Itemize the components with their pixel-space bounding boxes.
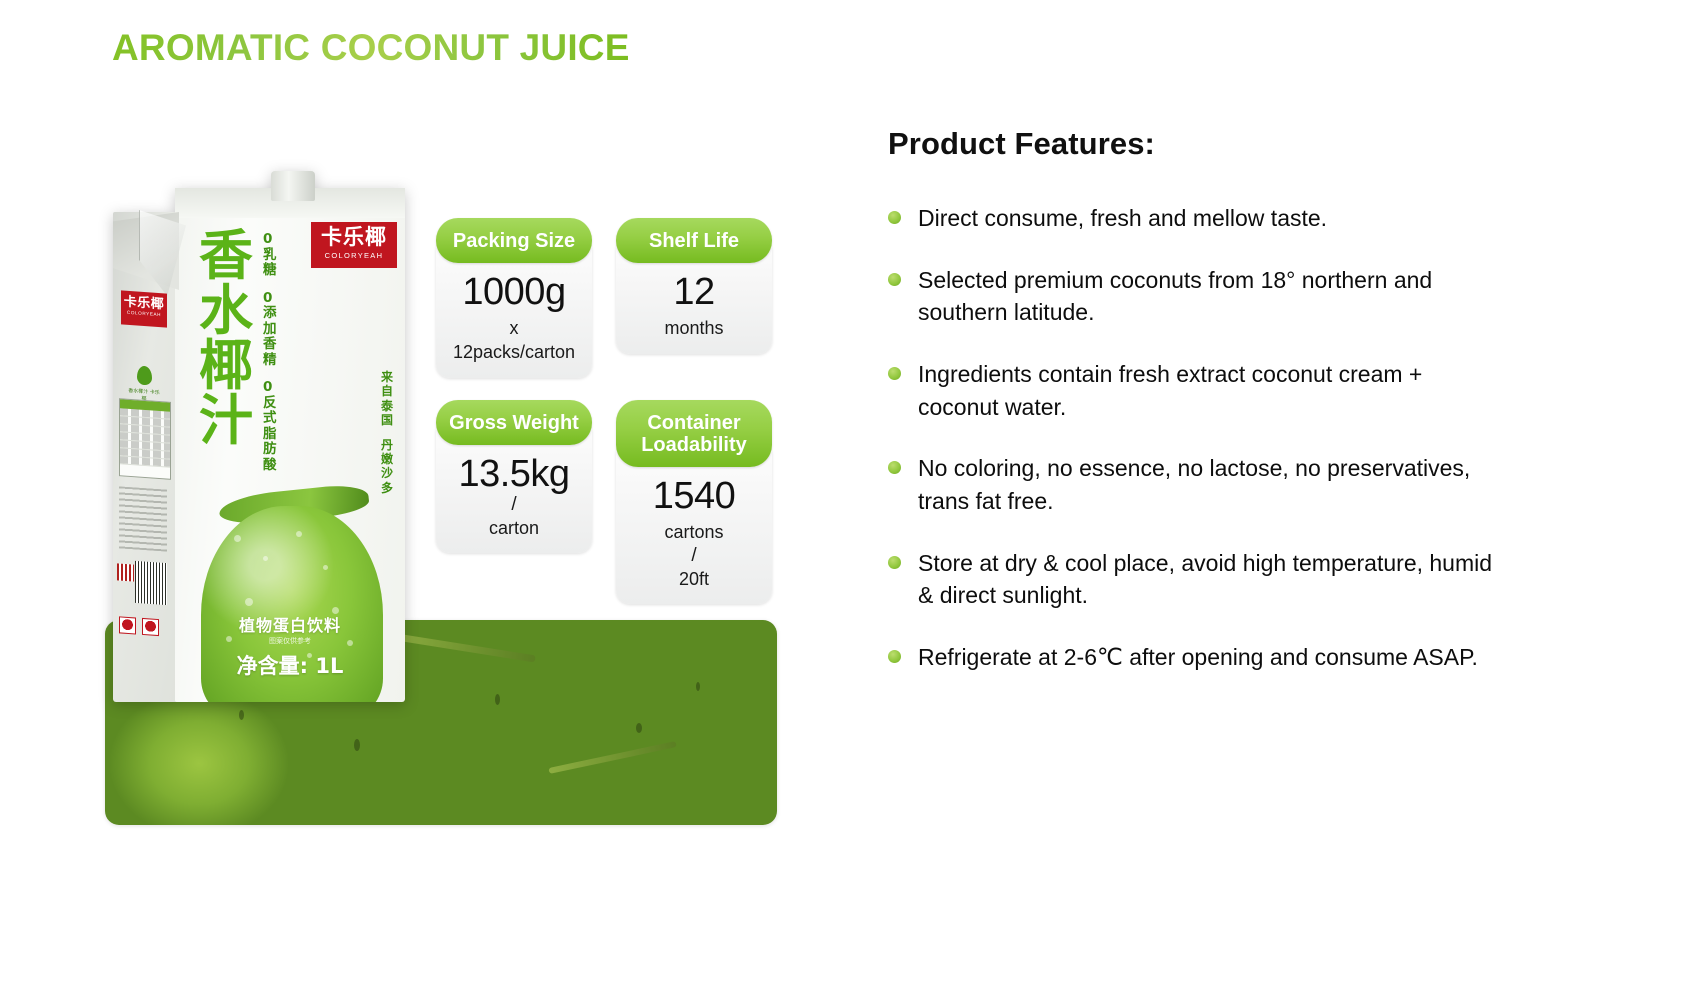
feature-text: Selected premium coconuts from 18° north… <box>918 266 1433 326</box>
package-drink-type: 植物蛋白饮料 <box>238 616 341 635</box>
zero-claim-0: 0乳糖 <box>263 231 277 279</box>
spec-separator: / <box>511 493 517 515</box>
package-net-volume: 净含量: 1L <box>236 654 344 678</box>
spec-value: 13.5kg <box>458 452 570 495</box>
spec-card-label: Container Loadability <box>616 399 772 468</box>
bullet-dot-icon <box>888 366 901 380</box>
spec-card-body: 13.5kg / carton <box>436 428 592 554</box>
spec-card-body: 1540 cartons / 20ft <box>616 451 772 605</box>
page-title: AROMATIC COCONUT JUICE <box>112 27 630 68</box>
spec-card-grid: Packing Size 1000g x 12packs/carton Shel… <box>436 218 776 605</box>
carton-cap <box>271 171 315 201</box>
spec-card-label: Gross Weight <box>436 399 592 445</box>
product-features-title: Product Features: <box>888 126 1155 161</box>
bullet-dot-icon <box>888 211 901 224</box>
brand-name-cn: 卡乐椰 <box>321 226 387 249</box>
package-product-name: 香水椰汁 <box>199 224 253 453</box>
feature-text: Direct consume, fresh and mellow taste. <box>918 205 1328 231</box>
package-image-note: 图案仅供参考 <box>269 637 311 645</box>
brand-name-en: COLORYEAH <box>324 251 384 260</box>
spec-card-label: Shelf Life <box>616 218 772 264</box>
feature-text: No coloring, no essence, no lactose, no … <box>918 455 1471 514</box>
spec-sub: 20ft <box>678 568 710 589</box>
barcode-icon <box>135 560 167 606</box>
spec-card-shelf-life: Shelf Life 12 months <box>616 218 772 378</box>
qrcode-icon <box>117 563 134 582</box>
feature-item: Direct consume, fresh and mellow taste. <box>888 202 1508 235</box>
spec-unit: months <box>664 318 724 339</box>
spec-card-gross-weight: Gross Weight 13.5kg / carton <box>436 399 592 605</box>
spec-sub: 12packs/carton <box>452 341 576 362</box>
nutrition-table <box>119 398 171 480</box>
spec-card-packing-size: Packing Size 1000g x 12packs/carton <box>436 218 592 378</box>
feature-text: Ingredients contain fresh extract coconu… <box>918 360 1423 420</box>
bullet-dot-icon <box>888 272 901 286</box>
spec-value: 12 <box>673 271 715 314</box>
product-features-section: Product Features: Direct consume, fresh … <box>888 126 1508 703</box>
recycle-icon <box>119 616 167 653</box>
origin-claim-0: 来自泰国 <box>380 370 393 428</box>
brand-logo-side: 卡乐椰 COLORYEAH <box>121 290 167 328</box>
package-zero-claims: 0乳糖 0添加香精 0反式脂肪酸 <box>263 231 283 485</box>
bullet-dot-icon <box>888 555 901 569</box>
spec-card-body: 12 months <box>616 247 772 354</box>
recycle-glyph <box>119 616 136 635</box>
feature-item: No coloring, no essence, no lactose, no … <box>888 452 1508 517</box>
zero-claim-1: 0添加香精 <box>263 289 277 368</box>
brand-name-en-side: COLORYEAH <box>126 309 162 318</box>
feature-text: Refrigerate at 2-6℃ after opening and co… <box>918 643 1478 670</box>
feature-item: Selected premium coconuts from 18° north… <box>888 264 1508 329</box>
ingredient-text-block <box>119 486 167 552</box>
spec-value: 1540 <box>652 475 736 518</box>
spec-value: 1000g <box>462 271 566 314</box>
recycle-glyph <box>142 617 160 637</box>
spec-unit: x <box>509 318 519 339</box>
spec-unit: cartons <box>664 522 724 543</box>
package-coconut-illustration: 植物蛋白饮料 图案仅供参考 净含量: 1L <box>175 460 405 702</box>
feature-text: Store at dry & cool place, avoid high te… <box>918 549 1493 609</box>
spec-card-label: Packing Size <box>436 218 592 264</box>
bullet-dot-icon <box>888 461 901 475</box>
feature-item: Refrigerate at 2-6℃ after opening and co… <box>888 641 1508 674</box>
feature-item: Store at dry & cool place, avoid high te… <box>888 547 1508 612</box>
brand-name-cn-side: 卡乐椰 <box>123 293 165 312</box>
brand-logo-main: 卡乐椰 COLORYEAH <box>311 222 397 268</box>
spec-card-container-loadability: Container Loadability 1540 cartons / 20f… <box>616 399 772 605</box>
feature-item: Ingredients contain fresh extract coconu… <box>888 358 1508 423</box>
bullet-dot-icon <box>888 649 901 663</box>
spec-separator: / <box>691 544 697 566</box>
leaf-glyph <box>136 365 152 386</box>
product-carton: 卡乐椰 COLORYEAH 卡乐椰 COLORYEAH 香水椰汁 0乳糖 0添加… <box>113 170 405 708</box>
spec-sub: carton <box>488 517 540 538</box>
spec-card-body: 1000g x 12packs/carton <box>436 247 592 378</box>
